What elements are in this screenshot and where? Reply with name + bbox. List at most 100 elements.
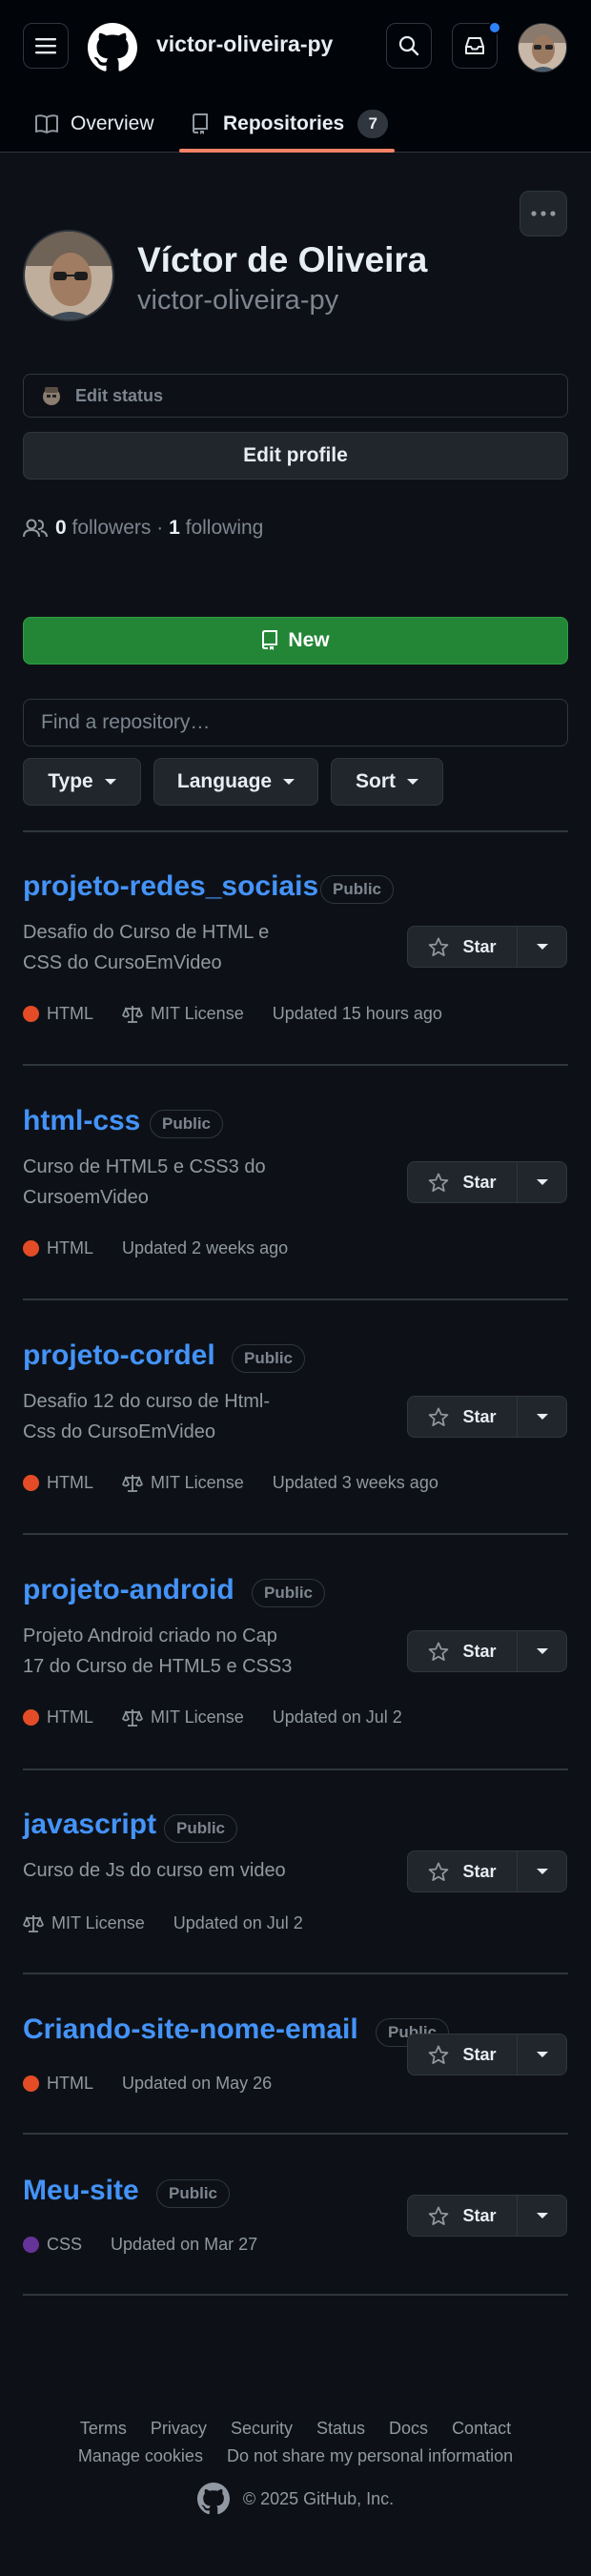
active-tab-indicator <box>179 149 395 153</box>
menu-button[interactable] <box>23 23 69 69</box>
repo-description: Desafio do Curso de HTML e CSS do CursoEm… <box>23 917 309 978</box>
star-lists-dropdown[interactable] <box>518 1396 567 1438</box>
visibility-badge: Public <box>150 1110 224 1138</box>
type-filter-label: Type <box>48 770 93 792</box>
star-button[interactable]: Star <box>407 1396 518 1438</box>
tab-repositories[interactable]: Repositories 7 <box>191 95 389 153</box>
star-lists-dropdown[interactable] <box>518 1850 567 1892</box>
chevron-down-icon <box>536 1179 548 1185</box>
repo-description: Desafio 12 do curso de Html- Css do Curso… <box>23 1386 309 1447</box>
repo-name-link[interactable]: javascript <box>23 1809 156 1841</box>
footer-link-contact[interactable]: Contact <box>452 2419 511 2438</box>
star-lists-dropdown[interactable] <box>518 2034 567 2075</box>
new-repository-button[interactable]: New <box>23 617 568 664</box>
repo-description-line: CursoemVideo <box>23 1187 149 1208</box>
language-color-dot <box>23 1475 39 1491</box>
chevron-down-icon <box>407 779 418 785</box>
more-options-button[interactable] <box>520 191 567 236</box>
repo-name-link[interactable]: Criando-site-nome-email <box>23 2014 358 2046</box>
repo-description-line: Css do CursoEmVideo <box>23 1421 215 1442</box>
header-username-link[interactable]: victor-oliveira-py <box>156 31 333 57</box>
footer-link-privacy[interactable]: Privacy <box>151 2419 207 2438</box>
star-label: Star <box>462 1406 497 1426</box>
star-lists-dropdown[interactable] <box>518 2195 567 2237</box>
user-avatar-image <box>519 24 566 72</box>
footer-link-security[interactable]: Security <box>231 2419 293 2438</box>
divider <box>23 2133 568 2135</box>
edit-status-button[interactable]: Edit status <box>23 374 568 418</box>
repo-meta: HTML MIT License Updated 15 hours ago <box>23 1004 471 1024</box>
github-logo-icon[interactable] <box>88 23 137 72</box>
repo-language-label: HTML <box>47 2074 93 2093</box>
star-icon <box>429 2206 449 2225</box>
star-lists-dropdown[interactable] <box>518 1161 567 1203</box>
star-lists-dropdown[interactable] <box>518 1630 567 1672</box>
profile-avatar-image <box>25 232 112 319</box>
language-filter-label: Language <box>176 770 273 792</box>
avatar[interactable] <box>518 23 567 72</box>
footer-link-do-not-share[interactable]: Do not share my personal information <box>227 2446 513 2465</box>
profile-avatar[interactable] <box>23 230 114 321</box>
repo-language: HTML <box>23 1473 93 1493</box>
status-emoji-icon <box>43 387 60 405</box>
star-button-group: Star <box>407 2034 567 2075</box>
repo-language-label: CSS <box>47 2235 83 2254</box>
star-label: Star <box>462 2205 497 2225</box>
repo-meta: CSS Updated on Mar 27 <box>23 2235 286 2255</box>
repo-name-link[interactable]: projeto-android <box>23 1574 234 1606</box>
star-lists-dropdown[interactable] <box>518 926 567 968</box>
followers-link[interactable]: 0 followers <box>55 517 151 540</box>
profile-login: victor-oliveira-py <box>137 285 339 316</box>
repo-name-link[interactable]: Meu-site <box>23 2175 139 2207</box>
star-button[interactable]: Star <box>407 1161 518 1203</box>
divider <box>23 1533 568 1535</box>
star-button[interactable]: Star <box>407 2195 518 2237</box>
search-icon <box>398 35 419 56</box>
hamburger-icon <box>35 38 56 54</box>
star-button[interactable]: Star <box>407 2034 518 2075</box>
repo-icon <box>262 630 278 650</box>
tab-overview[interactable]: Overview <box>34 95 154 153</box>
divider <box>23 1298 568 1300</box>
book-icon <box>35 114 58 133</box>
sort-dropdown[interactable]: Sort <box>331 758 443 806</box>
find-repository-input[interactable] <box>23 699 568 746</box>
footer-link-manage-cookies[interactable]: Manage cookies <box>78 2446 203 2465</box>
repo-name-link[interactable]: projeto-cordel <box>23 1339 215 1372</box>
repo-updated: Updated on Jul 2 <box>272 1707 402 1727</box>
star-label: Star <box>462 1861 497 1881</box>
repo-description: Projeto Android criado no Cap 17 do Curso… <box>23 1621 309 1682</box>
github-logo-icon[interactable] <box>196 2483 230 2515</box>
repo-license: MIT License <box>122 1707 244 1728</box>
footer-link-terms[interactable]: Terms <box>80 2419 127 2438</box>
language-filter-dropdown[interactable]: Language <box>153 758 318 806</box>
visibility-badge: Public <box>232 1344 306 1373</box>
chevron-down-icon <box>536 2052 548 2057</box>
search-button[interactable] <box>386 23 432 69</box>
type-filter-dropdown[interactable]: Type <box>23 758 141 806</box>
repo-meta: HTML Updated on May 26 <box>23 2074 300 2094</box>
divider <box>23 2294 568 2296</box>
chevron-down-icon <box>536 1869 548 1874</box>
repo-updated: Updated on Jul 2 <box>173 1913 303 1932</box>
following-link[interactable]: 1 following <box>169 517 263 540</box>
repo-icon <box>192 113 208 134</box>
repo-license: MIT License <box>122 1004 244 1024</box>
footer-link-status[interactable]: Status <box>316 2419 365 2438</box>
repo-meta: MIT License Updated on Jul 2 <box>23 1913 332 1933</box>
star-button[interactable]: Star <box>407 1630 518 1672</box>
star-button-group: Star <box>407 1396 567 1438</box>
chevron-down-icon <box>536 2213 548 2218</box>
star-button-group: Star <box>407 2195 567 2237</box>
edit-profile-button[interactable]: Edit profile <box>23 432 568 480</box>
star-button[interactable]: Star <box>407 926 518 968</box>
language-color-dot <box>23 1006 39 1022</box>
visibility-badge: Public <box>320 875 395 904</box>
repo-name-link[interactable]: html-css <box>23 1105 140 1137</box>
repo-name-link[interactable]: projeto-redes_sociais <box>23 870 318 903</box>
footer-link-docs[interactable]: Docs <box>389 2419 428 2438</box>
inbox-icon <box>465 37 484 54</box>
star-button[interactable]: Star <box>407 1850 518 1892</box>
repo-updated: Updated 15 hours ago <box>272 1004 442 1023</box>
edit-status-label: Edit status <box>75 385 164 405</box>
